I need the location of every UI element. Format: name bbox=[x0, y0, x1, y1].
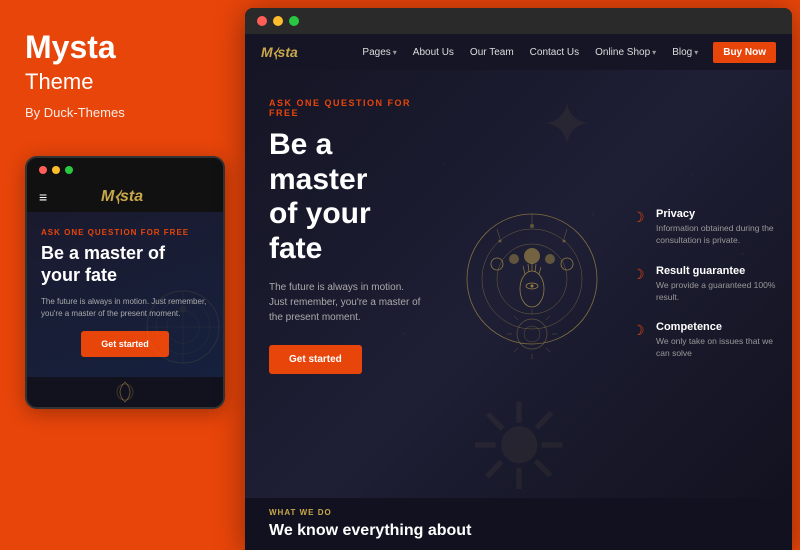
mobile-browser-chrome bbox=[27, 158, 223, 182]
feature-guarantee: ☽ Result guarantee We provide a guarante… bbox=[632, 265, 776, 304]
hero-cta-button[interactable]: Get started bbox=[269, 345, 362, 374]
browser-dot-yellow bbox=[273, 16, 283, 26]
hero-title: Be a master of your fate bbox=[269, 128, 422, 266]
bottom-heading: We know everything about bbox=[269, 522, 768, 540]
mobile-dot-red bbox=[39, 166, 47, 174]
mobile-mockup: ≡ M⧼sta ASK ONE QUESTION FOR FREE Be a m… bbox=[25, 156, 225, 409]
site-logo: M⧼sta bbox=[261, 44, 298, 61]
hamburger-icon: ≡ bbox=[39, 189, 47, 205]
chevron-down-icon: ▾ bbox=[694, 48, 698, 57]
nav-team[interactable]: Our Team bbox=[463, 43, 521, 62]
mobile-hero-title: Be a master of your fate bbox=[41, 243, 209, 286]
mobile-moon-svg bbox=[95, 377, 155, 407]
feature-guarantee-content: Result guarantee We provide a guaranteed… bbox=[656, 265, 776, 304]
mobile-astro-svg bbox=[138, 282, 223, 372]
browser-dot-red bbox=[257, 16, 267, 26]
moon-icon-2: ☽ bbox=[632, 266, 648, 283]
mobile-bottom-deco bbox=[27, 377, 223, 407]
nav-pages[interactable]: Pages ▾ bbox=[355, 43, 403, 62]
nav-shop[interactable]: Online Shop ▾ bbox=[588, 43, 663, 62]
site-nav: M⧼sta Pages ▾ About Us Our Team Contact … bbox=[245, 34, 792, 70]
mobile-dot-yellow bbox=[52, 166, 60, 174]
hero-left: ASK ONE QUESTION FOR FREE Be a master of… bbox=[245, 70, 442, 498]
brand-title: Mysta bbox=[25, 30, 116, 65]
mobile-nav: ≡ M⧼sta bbox=[27, 182, 223, 212]
mobile-logo: M⧼sta bbox=[101, 188, 143, 206]
feature-competence-title: Competence bbox=[656, 321, 776, 333]
hero-description: The future is always in motion. Just rem… bbox=[269, 280, 422, 325]
browser-dot-green bbox=[289, 16, 299, 26]
moon-icon-3: ☽ bbox=[632, 322, 648, 339]
ask-label: ASK ONE QUESTION FOR FREE bbox=[269, 98, 422, 118]
nav-contact[interactable]: Contact Us bbox=[523, 43, 586, 62]
mobile-hero: ASK ONE QUESTION FOR FREE Be a master of… bbox=[27, 212, 223, 377]
feature-competence: ☽ Competence We only take on issues that… bbox=[632, 321, 776, 360]
nav-blog[interactable]: Blog ▾ bbox=[665, 43, 705, 62]
mobile-ask-label: ASK ONE QUESTION FOR FREE bbox=[41, 228, 209, 237]
left-panel: Mysta Theme By Duck-Themes ≡ M⧼sta ASK O… bbox=[0, 0, 245, 550]
moon-icon: ☽ bbox=[632, 209, 648, 226]
feature-privacy-title: Privacy bbox=[656, 208, 776, 220]
chevron-down-icon: ▾ bbox=[652, 48, 656, 57]
buy-now-button[interactable]: Buy Now bbox=[713, 42, 776, 63]
feature-guarantee-title: Result guarantee bbox=[656, 265, 776, 277]
feature-competence-content: Competence We only take on issues that w… bbox=[656, 321, 776, 360]
chevron-down-icon: ▾ bbox=[393, 48, 397, 57]
site-content: M⧼sta Pages ▾ About Us Our Team Contact … bbox=[245, 34, 792, 550]
right-panel: M⧼sta Pages ▾ About Us Our Team Contact … bbox=[245, 8, 792, 550]
hero-section: ☀ ✦ ASK ONE QUESTION FOR FREE Be a maste… bbox=[245, 70, 792, 498]
hero-features: ☽ Privacy Information obtained during th… bbox=[622, 70, 792, 498]
feature-privacy-content: Privacy Information obtained during the … bbox=[656, 208, 776, 247]
feature-competence-desc: We only take on issues that we can solve bbox=[656, 336, 776, 360]
browser-chrome bbox=[245, 8, 792, 34]
feature-privacy-desc: Information obtained during the consulta… bbox=[656, 223, 776, 247]
brand-author: By Duck-Themes bbox=[25, 105, 125, 120]
feature-privacy: ☽ Privacy Information obtained during th… bbox=[632, 208, 776, 247]
nav-links: Pages ▾ About Us Our Team Contact Us Onl… bbox=[355, 42, 776, 63]
mystical-art-svg bbox=[457, 204, 607, 364]
bottom-strip: WHAT WE DO We know everything about bbox=[245, 498, 792, 550]
what-we-do-label: WHAT WE DO bbox=[269, 508, 768, 517]
nav-about[interactable]: About Us bbox=[406, 43, 461, 62]
brand-subtitle: Theme bbox=[25, 69, 93, 95]
mobile-dot-green bbox=[65, 166, 73, 174]
hero-center bbox=[442, 70, 622, 498]
feature-guarantee-desc: We provide a guaranteed 100% result. bbox=[656, 280, 776, 304]
